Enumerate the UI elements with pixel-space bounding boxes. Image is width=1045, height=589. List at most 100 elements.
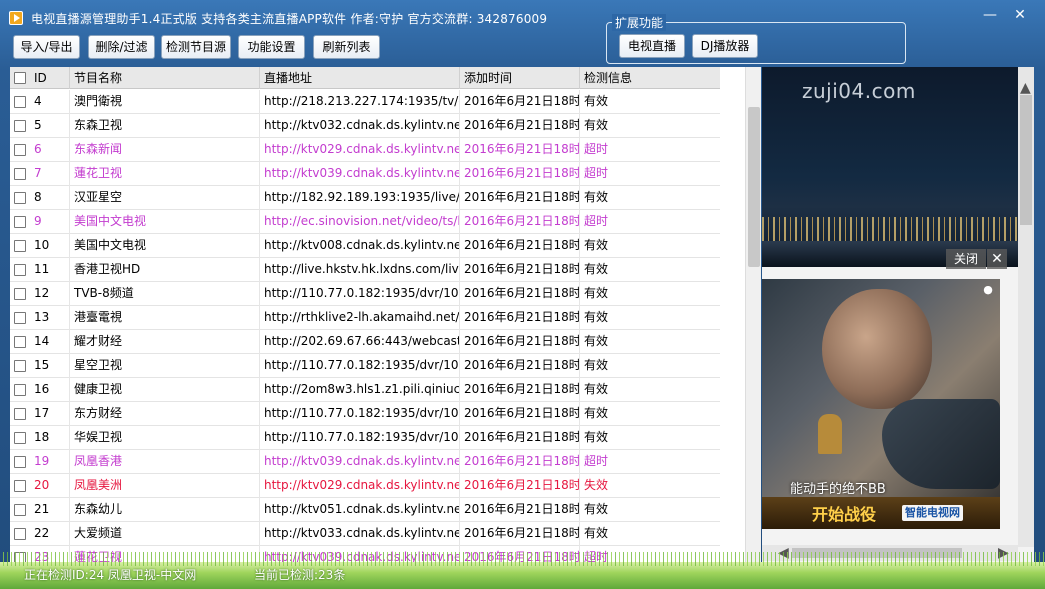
cell-id: 15 (30, 354, 70, 378)
row-checkbox[interactable] (14, 336, 26, 348)
row-checkbox[interactable] (14, 360, 26, 372)
table-row[interactable]: 14 耀才财经 http://202.69.67.66:443/webcast/b 2… (10, 330, 720, 354)
settings-button[interactable]: 功能设置 (238, 35, 305, 59)
paw-icon: ● (983, 283, 993, 296)
row-checkbox[interactable] (14, 384, 26, 396)
checking-status: 正在检测ID:24 凤凰卫视-中文网 (24, 568, 197, 582)
row-checkbox[interactable] (14, 528, 26, 540)
cell-id: 18 (30, 426, 70, 450)
table-row[interactable]: 8 汉亚星空 http://182.92.189.193:1935/live/h_ 2… (10, 186, 720, 210)
check-sources-button[interactable]: 检测节目源 (161, 35, 231, 59)
close-button[interactable]: ✕ (1006, 6, 1034, 26)
row-checkbox[interactable] (14, 240, 26, 252)
row-checkbox[interactable] (14, 144, 26, 156)
row-checkbox[interactable] (14, 288, 26, 300)
row-checkbox[interactable] (14, 120, 26, 132)
table-row[interactable]: 7 蓮花卫视 http://ktv039.cdnak.ds.kylintv.net/… (10, 162, 720, 186)
cell-status: 有效 (584, 238, 609, 252)
checked-count: 当前已检测:23条 (254, 568, 346, 582)
cell-name: 东方财经 (70, 402, 260, 426)
table-row[interactable]: 12 TVB-8频道 http://110.77.0.182:1935/dvr/10… (10, 282, 720, 306)
table-row[interactable]: 20 凤凰美洲 http://ktv029.cdnak.ds.kylintv.net… (10, 474, 720, 498)
table-row[interactable]: 19 凤凰香港 http://ktv039.cdnak.ds.kylintv.net… (10, 450, 720, 474)
header-id[interactable]: ID (30, 67, 70, 89)
table-row[interactable]: 15 星空卫视 http://110.77.0.182:1935/dvr/1010 2… (10, 354, 720, 378)
ad-tv-badge: 智能电视网 (902, 505, 963, 521)
table-row[interactable]: 9 美国中文电视 http://ec.sinovision.net/video/ts… (10, 210, 720, 234)
table-row[interactable]: 17 东方财经 http://110.77.0.182:1935/dvr/1011 2… (10, 402, 720, 426)
cell-url: http://110.77.0.182:1935/dvr/1012 (260, 426, 460, 450)
ad-start-text: 开始战役 (812, 505, 877, 524)
delete-filter-button[interactable]: 删除/过滤 (88, 35, 155, 59)
cell-url: http://ktv039.cdnak.ds.kylintv.net/ (260, 450, 460, 474)
row-checkbox[interactable] (14, 264, 26, 276)
ad-vertical-scrollbar[interactable]: ▲ (1018, 67, 1034, 547)
cell-status: 有效 (584, 262, 609, 276)
extensions-title: 扩展功能 (612, 14, 667, 31)
row-checkbox[interactable] (14, 432, 26, 444)
refresh-list-button[interactable]: 刷新列表 (313, 35, 380, 59)
app-window: 电视直播源管理助手1.4正式版 支持各类主流直播APP软件 作者:守护 官方交流… (0, 0, 1045, 589)
cell-url: http://202.69.67.66:443/webcast/b (260, 330, 460, 354)
cell-name: 美国中文电视 (70, 234, 260, 258)
cell-url: http://ktv051.cdnak.ds.kylintv.net/ (260, 498, 460, 522)
row-checkbox[interactable] (14, 216, 26, 228)
cell-name: 澳門衛視 (70, 90, 260, 114)
row-checkbox[interactable] (14, 96, 26, 108)
ad-close-button[interactable]: 关闭 (946, 249, 986, 269)
table-scroll-thumb[interactable] (748, 107, 760, 267)
cell-status: 有效 (584, 118, 609, 132)
row-checkbox[interactable] (14, 408, 26, 420)
header-time[interactable]: 添加时间 (460, 67, 580, 89)
cell-time: 2016年6月21日18时2 (460, 210, 580, 234)
table-row[interactable]: 21 东森幼儿 http://ktv051.cdnak.ds.kylintv.net… (10, 498, 720, 522)
ad-vscroll-thumb[interactable] (1020, 95, 1032, 225)
table-row[interactable]: 6 东森新闻 http://ktv029.cdnak.ds.kylintv.net/… (10, 138, 720, 162)
ad-panel: zuji04.com 关闭 ✕ ● 能动手的绝不BB 开始战役 智能电视网 ▲ … (762, 67, 1034, 562)
ad-person-arm (882, 399, 1000, 489)
header-status[interactable]: 检测信息 (580, 67, 720, 89)
header-name[interactable]: 节目名称 (70, 67, 260, 89)
scroll-up-icon[interactable]: ▲ (1020, 81, 1031, 95)
table-row[interactable]: 5 东森卫视 http://ktv032.cdnak.ds.kylintv.net/… (10, 114, 720, 138)
table-row[interactable]: 16 健康卫视 http://2om8w3.hls1.z1.pili.qiniucd… (10, 378, 720, 402)
cell-name: 东森幼儿 (70, 498, 260, 522)
row-checkbox[interactable] (14, 168, 26, 180)
header-url[interactable]: 直播地址 (260, 67, 460, 89)
cell-time: 2016年6月21日18时2 (460, 186, 580, 210)
cell-id: 19 (30, 450, 70, 474)
table-row[interactable]: 11 香港卫视HD http://live.hkstv.hk.lxdns.com/l… (10, 258, 720, 282)
tv-live-button[interactable]: 电视直播 (619, 34, 685, 58)
select-all-checkbox[interactable] (14, 72, 26, 84)
table-scrollbar[interactable] (745, 67, 761, 562)
cell-id: 4 (30, 90, 70, 114)
window-title: 电视直播源管理助手1.4正式版 支持各类主流直播APP软件 作者:守护 官方交流… (31, 12, 548, 26)
cell-name: 美国中文电视 (70, 210, 260, 234)
row-checkbox[interactable] (14, 192, 26, 204)
cell-url: http://182.92.189.193:1935/live/h_ (260, 186, 460, 210)
cell-url: http://ec.sinovision.net/video/ts/lv (260, 210, 460, 234)
cell-time: 2016年6月21日18时2 (460, 426, 580, 450)
row-checkbox[interactable] (14, 456, 26, 468)
dj-player-button[interactable]: DJ播放器 (692, 34, 758, 58)
close-icon[interactable]: ✕ (987, 249, 1007, 269)
row-checkbox[interactable] (14, 480, 26, 492)
table-row[interactable]: 18 华娱卫视 http://110.77.0.182:1935/dvr/1012 2… (10, 426, 720, 450)
table-row[interactable]: 10 美国中文电视 http://ktv008.cdnak.ds.kylintv.n… (10, 234, 720, 258)
game-ad-image[interactable]: ● 能动手的绝不BB 开始战役 智能电视网 (762, 279, 1000, 529)
cell-url: http://2om8w3.hls1.z1.pili.qiniucd (260, 378, 460, 402)
grass-decoration (0, 552, 1045, 566)
cell-status: 有效 (584, 430, 609, 444)
cell-name: 东森卫视 (70, 114, 260, 138)
minimize-button[interactable]: — (976, 6, 1004, 26)
cell-id: 14 (30, 330, 70, 354)
table-row[interactable]: 22 大爱频道 http://ktv033.cdnak.ds.kylintv.net… (10, 522, 720, 546)
table-row[interactable]: 4 澳門衛視 http://218.213.227.174:1935/tv/ch 20… (10, 90, 720, 114)
cell-url: http://ktv032.cdnak.ds.kylintv.net/ (260, 114, 460, 138)
row-checkbox[interactable] (14, 504, 26, 516)
row-checkbox[interactable] (14, 312, 26, 324)
cell-status: 超时 (584, 454, 609, 468)
import-export-button[interactable]: 导入/导出 (13, 35, 80, 59)
cell-url: http://ktv029.cdnak.ds.kylintv.net/ (260, 474, 460, 498)
table-row[interactable]: 13 港臺電視 http://rthklive2-lh.akamaihd.net/i… (10, 306, 720, 330)
